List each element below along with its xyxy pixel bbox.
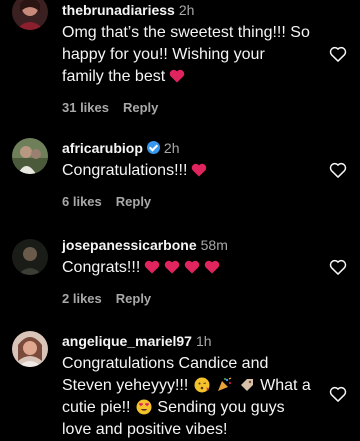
comment-item: angelique_mariel97 1h Congratulations Can… (0, 331, 360, 438)
comment-line: cutie pie!! (62, 399, 131, 416)
label-tag-emoji (240, 379, 253, 391)
timestamp: 58m (200, 237, 228, 253)
username[interactable]: thebrunadiariess (62, 2, 175, 18)
comment-line: Congrats!!! (62, 259, 141, 276)
comment-line: happy for you!! Wishing your (62, 46, 265, 63)
heart-outline-icon[interactable] (328, 257, 348, 277)
comment-text: Congrats!!! (62, 257, 320, 279)
comment-item: africarubiop 2h Congratulations!!! 6 like… (0, 138, 360, 218)
heart-outline-icon[interactable] (328, 384, 348, 404)
username[interactable]: angelique_mariel97 (62, 333, 192, 349)
comment-item: thebrunadiariess 2h Omg that’s the sweete… (0, 0, 360, 118)
comment-line: What a (260, 377, 311, 394)
red-heart-emoji (192, 163, 207, 177)
reply-button[interactable]: Reply (116, 194, 151, 209)
party-popper-emoji (218, 377, 232, 391)
comment-meta: 6 likes Reply (62, 194, 320, 209)
username[interactable]: africarubiop (62, 140, 143, 156)
reply-button[interactable]: Reply (116, 291, 151, 306)
comment-line: Sending you guys (157, 399, 285, 416)
comment-line: love and positive vibes! (62, 421, 228, 438)
comment-header: angelique_mariel97 1h (62, 331, 320, 351)
comment-text: Congratulations!!! (62, 160, 320, 182)
avatar[interactable] (12, 239, 48, 275)
timestamp: 1h (195, 333, 212, 349)
red-heart-emoji (205, 260, 220, 274)
red-heart-emoji (165, 260, 180, 274)
comment-line: family the best (62, 68, 166, 85)
comment-header: africarubiop 2h (62, 138, 320, 158)
timestamp: 2h (163, 140, 180, 156)
avatar[interactable] (12, 331, 48, 367)
comment-text: Omg that’s the sweetest thing!!! So happ… (62, 22, 320, 88)
verified-badge-icon (146, 141, 160, 154)
avatar[interactable] (12, 0, 48, 30)
comment-line: Steven yeheyyy!!! (62, 377, 189, 394)
likes-count[interactable]: 2 likes (62, 291, 102, 306)
comment-meta: 31 likes Reply (62, 100, 320, 115)
comment-header: josepanessicarbone 58m (62, 235, 320, 255)
comment-meta: 2 likes Reply (62, 291, 320, 306)
avatar[interactable] (12, 138, 48, 174)
comment-line: Congratulations!!! (62, 162, 188, 179)
red-heart-emoji (145, 260, 160, 274)
comment-item: josepanessicarbone 58m Congrats!!! 2 like… (0, 235, 360, 315)
username[interactable]: josepanessicarbone (62, 237, 197, 253)
smiling-heart-eyes-emoji (136, 399, 152, 415)
comment-text: Congratulations Candice and Steven yehey… (62, 353, 320, 441)
red-heart-emoji (185, 260, 200, 274)
timestamp: 2h (178, 2, 195, 18)
comment-line: Congratulations Candice and (62, 355, 269, 372)
likes-count[interactable]: 31 likes (62, 100, 109, 115)
heart-outline-icon[interactable] (328, 160, 348, 180)
reply-button[interactable]: Reply (123, 100, 158, 115)
comment-line: Omg that’s the sweetest thing!!! So (62, 24, 310, 41)
likes-count[interactable]: 6 likes (62, 194, 102, 209)
red-heart-emoji (169, 69, 185, 83)
heart-outline-icon[interactable] (328, 44, 348, 64)
face-blowing-kiss-emoji (194, 377, 210, 393)
comment-header: thebrunadiariess 2h (62, 0, 320, 20)
